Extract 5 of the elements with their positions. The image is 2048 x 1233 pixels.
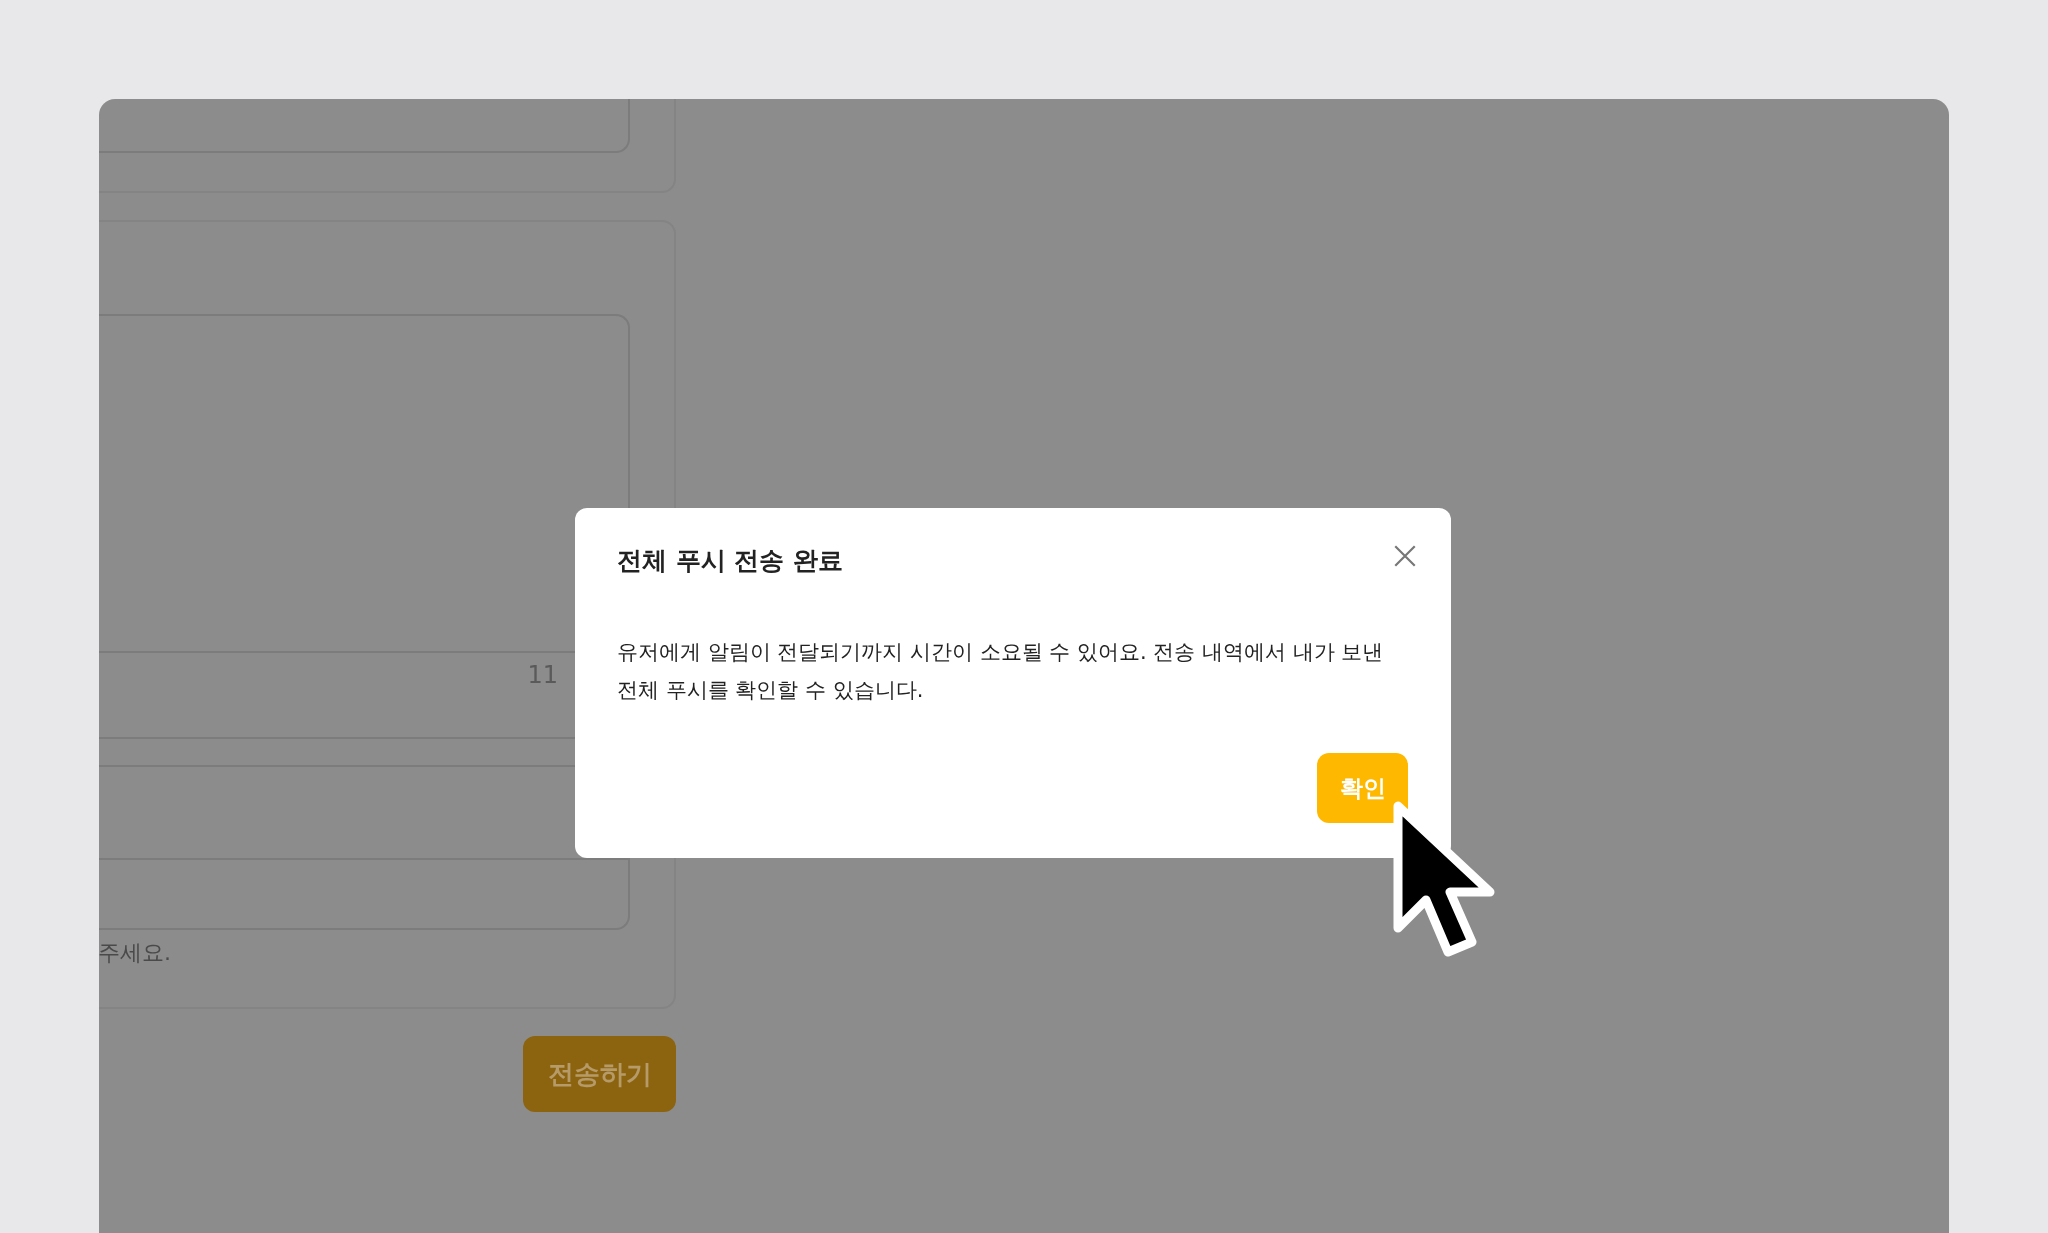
dialog-message: 유저에게 알림이 전달되기까지 시간이 소요될 수 있어요. 전송 내역에서 내가 보낸 전체 푸시를 확인할 수 있습니다. [617,639,1385,704]
send-button[interactable]: 전송하기 [523,1036,676,1112]
confirm-button[interactable]: 확인 [1317,753,1408,823]
dialog-title: 전체 푸시 전송 완료 [617,545,844,577]
hint-text: 주세요. [99,939,172,967]
